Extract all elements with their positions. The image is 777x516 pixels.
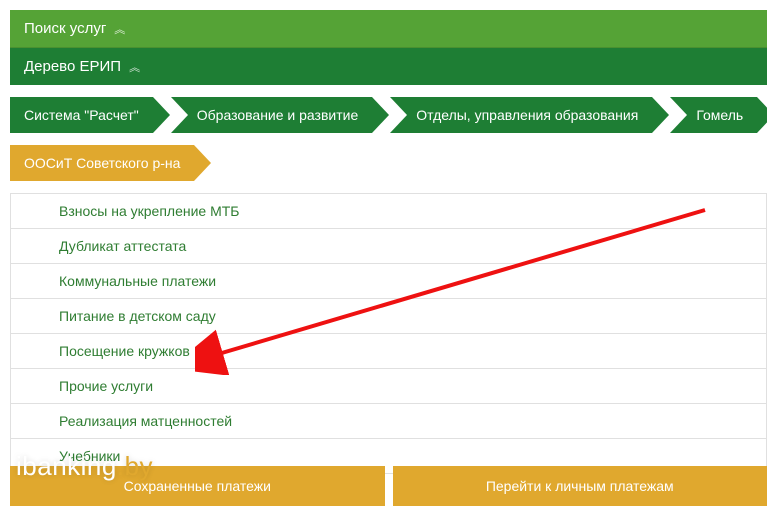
breadcrumb-item[interactable]: Образование и развитие [171,97,373,133]
list-item[interactable]: Взносы на укрепление МТБ [11,194,766,229]
breadcrumb-label: Отделы, управления образования [416,107,638,123]
search-services-header[interactable]: Поиск услуг ︽ [10,10,767,48]
watermark: ibanking.by [16,451,153,482]
breadcrumb-item[interactable]: Система "Расчет" [10,97,153,133]
watermark-suffix: .by [117,451,153,481]
list-item[interactable]: Прочие услуги [11,369,766,404]
breadcrumb-item[interactable]: Гомель [670,97,757,133]
list-item-label: Коммунальные платежи [59,273,216,289]
chevron-up-icon: ︽ [114,21,125,37]
button-label: Перейти к личным платежам [486,478,674,494]
breadcrumb-current: ООСиТ Советского р-на [10,145,194,181]
chevron-up-icon: ︽ [129,59,140,75]
list-item-label: Взносы на укрепление МТБ [59,203,240,219]
watermark-text: ibanking [16,451,117,481]
breadcrumb: Система "Расчет" Образование и развитие … [10,97,767,133]
list-item[interactable]: Дубликат аттестата [11,229,766,264]
list-item-label: Посещение кружков [59,343,190,359]
list-item-label: Питание в детском саду [59,308,216,324]
search-services-label: Поиск услуг [24,20,106,37]
list-item[interactable]: Питание в детском саду [11,299,766,334]
breadcrumb-label: Гомель [696,107,743,123]
list-item-label: Прочие услуги [59,378,153,394]
list-item[interactable]: Реализация матценностей [11,404,766,439]
erip-tree-label: Дерево ЕРИП [24,58,121,75]
breadcrumb-current-label: ООСиТ Советского р-на [24,155,180,171]
list-item[interactable]: Посещение кружков [11,334,766,369]
breadcrumb-item[interactable]: Отделы, управления образования [390,97,652,133]
service-list: Взносы на укрепление МТБ Дубликат аттест… [10,193,767,474]
erip-tree-header[interactable]: Дерево ЕРИП ︽ [10,48,767,85]
list-item-label: Реализация матценностей [59,413,232,429]
breadcrumb-label: Система "Расчет" [24,107,139,123]
list-item-label: Дубликат аттестата [59,238,186,254]
breadcrumb-label: Образование и развитие [197,107,359,123]
list-item[interactable]: Коммунальные платежи [11,264,766,299]
personal-payments-button[interactable]: Перейти к личным платежам [393,466,768,506]
